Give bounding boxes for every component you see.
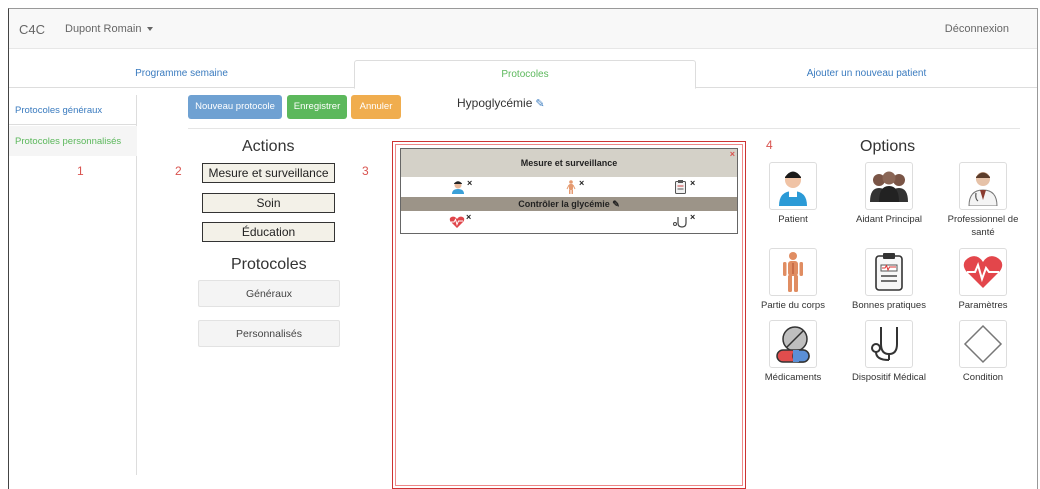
tab-bar: Programme semaine Protocoles Ajouter un … [9, 60, 1037, 89]
sidebar: Protocoles généraux Protocoles personnal… [9, 95, 137, 475]
option-bonnes-pratiques[interactable]: Bonnes pratiques [850, 248, 928, 312]
stethoscope-icon [865, 320, 913, 368]
option-medicaments[interactable]: Médicaments [754, 320, 832, 384]
remove-clipboard-icon[interactable]: × [690, 178, 695, 188]
option-label: Aidant Principal [855, 214, 922, 225]
tab-programme-semaine[interactable]: Programme semaine [9, 60, 354, 88]
user-name: Dupont Romain [65, 23, 142, 35]
actions-title: Actions [242, 138, 295, 155]
tab-ajouter-patient[interactable]: Ajouter un nouveau patient [696, 60, 1037, 88]
heart-rate-icon [449, 216, 465, 231]
save-button[interactable]: Enregistrer [287, 95, 347, 119]
chevron-down-icon [146, 27, 153, 32]
option-label: Médicaments [764, 372, 822, 383]
clipboard-icon [865, 248, 913, 296]
marker-1: 1 [77, 164, 84, 178]
protocol-title: Hypoglycémie ✎ [457, 96, 545, 110]
cancel-button[interactable]: Annuler [351, 95, 401, 119]
edit-subtitle-pencil-icon[interactable]: ✎ [612, 199, 620, 209]
stethoscope-icon [673, 216, 689, 231]
remove-stethoscope-icon[interactable]: × [690, 212, 695, 222]
option-label: Condition [962, 372, 1004, 383]
option-parametres[interactable]: Paramètres [944, 248, 1022, 312]
patient-icon [451, 180, 465, 196]
tab-protocoles[interactable]: Protocoles [354, 60, 696, 89]
options-title: Options [860, 138, 916, 155]
canvas-block[interactable]: Mesure et surveillance × × × × Contrôler… [400, 148, 738, 234]
navbar: C4C Dupont Romain Déconnexion [9, 9, 1037, 49]
action-soin[interactable]: Soin [202, 193, 335, 213]
diamond-icon [959, 320, 1007, 368]
divider [188, 128, 1020, 129]
option-label: Partie du corps [761, 300, 825, 311]
option-label: Bonnes pratiques [852, 300, 926, 311]
clipboard-icon [675, 180, 686, 196]
option-condition[interactable]: Condition [944, 320, 1022, 384]
remove-heart-rate-icon[interactable]: × [466, 212, 471, 222]
patient-icon [769, 162, 817, 210]
sidebar-item-protocoles-personnalises[interactable]: Protocoles personnalisés [9, 126, 137, 156]
logout-link[interactable]: Déconnexion [945, 23, 1009, 35]
block-title: Mesure et surveillance [401, 149, 737, 177]
caregiver-icon [865, 162, 913, 210]
body-part-icon [566, 180, 576, 196]
remove-body-part-icon[interactable]: × [579, 178, 584, 188]
option-label: Paramètres [958, 300, 1008, 311]
protocols-generaux-button[interactable]: Généraux [198, 280, 340, 307]
marker-3: 3 [362, 164, 369, 178]
block-subtitle: Contrôler la glycémie ✎ [401, 197, 737, 211]
option-label: Professionnel de santé [947, 214, 1019, 238]
option-aidant-principal[interactable]: Aidant Principal [850, 162, 928, 226]
body-part-icon [769, 248, 817, 296]
marker-4: 4 [766, 138, 773, 152]
marker-2: 2 [175, 164, 182, 178]
option-dispositif-medical[interactable]: Dispositif Médical [850, 320, 928, 384]
edit-pencil-icon[interactable]: ✎ [535, 97, 544, 110]
heart-rate-icon [959, 248, 1007, 296]
remove-patient-icon[interactable]: × [467, 178, 472, 188]
sidebar-item-protocoles-generaux[interactable]: Protocoles généraux [9, 95, 137, 125]
option-label: Dispositif Médical [852, 372, 926, 383]
block-close-icon[interactable]: × [730, 149, 735, 159]
user-menu[interactable]: Dupont Romain [65, 23, 153, 35]
new-protocol-button[interactable]: Nouveau protocole [188, 95, 282, 119]
medication-icon [769, 320, 817, 368]
option-professionnel-sante[interactable]: Professionnel de santé [944, 162, 1022, 239]
protocols-title: Protocoles [231, 256, 307, 273]
doctor-icon [959, 162, 1007, 210]
block-subtitle-text: Contrôler la glycémie [518, 199, 610, 209]
brand-logo[interactable]: C4C [19, 22, 45, 37]
option-label: Patient [778, 214, 808, 225]
action-mesure-surveillance[interactable]: Mesure et surveillance [202, 163, 335, 183]
option-partie-du-corps[interactable]: Partie du corps [754, 248, 832, 312]
option-patient[interactable]: Patient [754, 162, 832, 226]
action-education[interactable]: Éducation [202, 222, 335, 242]
protocol-name: Hypoglycémie [457, 96, 533, 110]
protocols-personnalises-button[interactable]: Personnalisés [198, 320, 340, 347]
